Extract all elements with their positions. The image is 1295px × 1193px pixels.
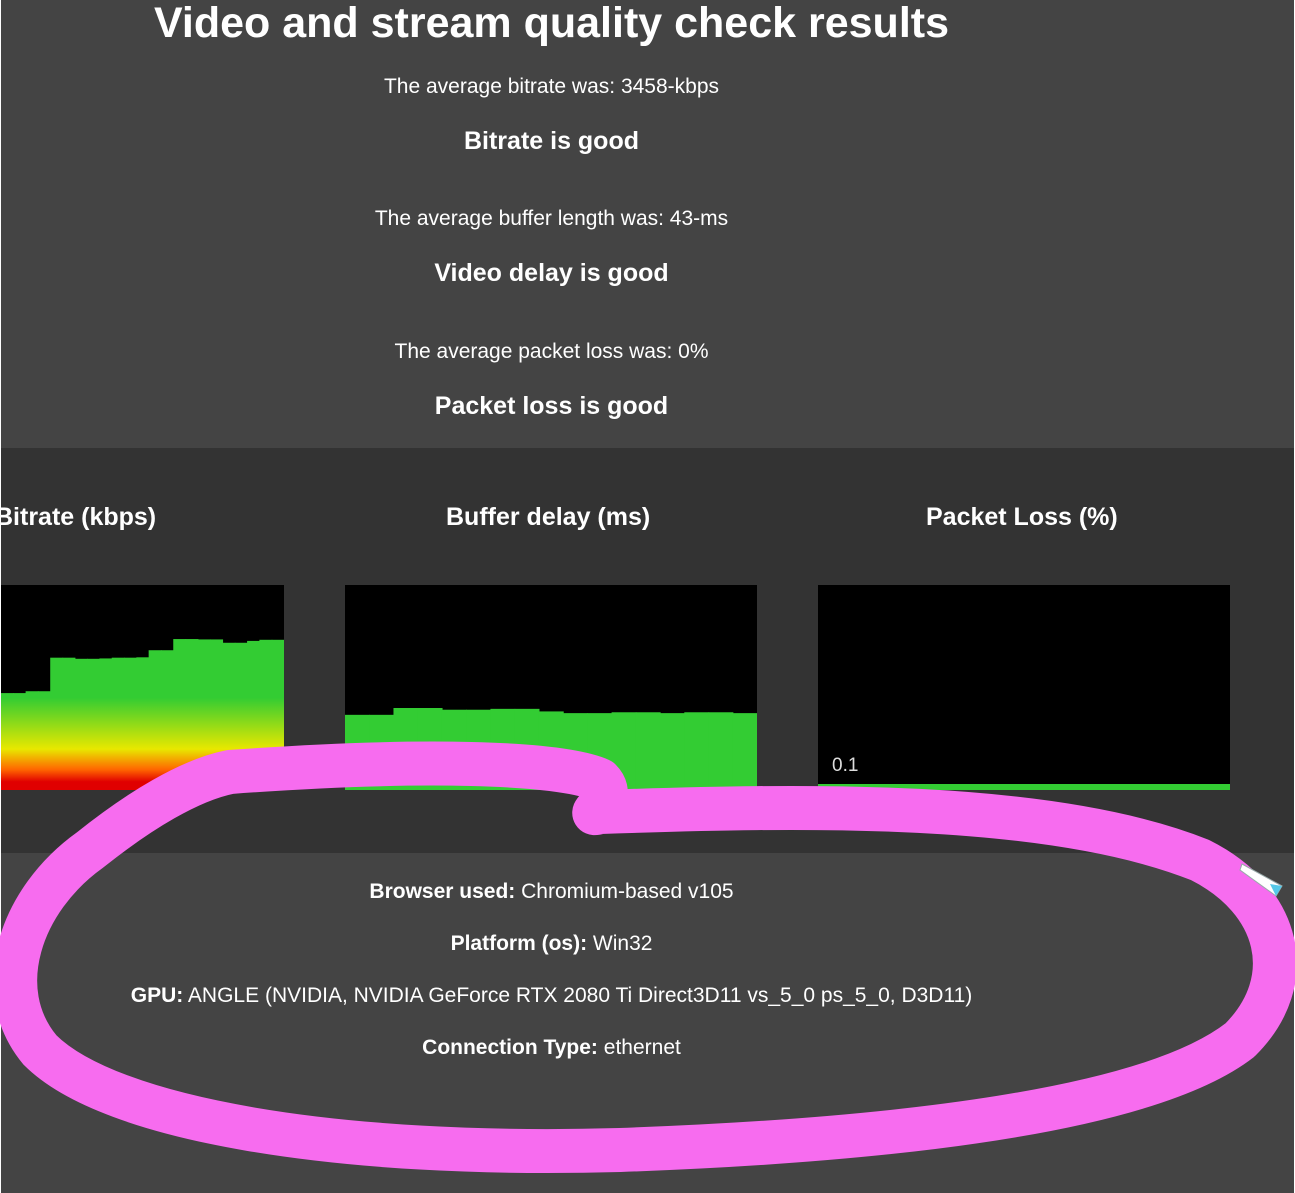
connection-value: ethernet: [603, 1036, 681, 1059]
charts-panel: Bitrate (kbps) Buffer delay (ms) Packet …: [0, 448, 1294, 853]
browser-value: Chromium-based v105: [521, 880, 734, 903]
bitrate-verdict: Bitrate is good: [463, 127, 639, 155]
chart-bar-segment: [87, 658, 101, 790]
chart-bar-segment: [732, 713, 757, 790]
chart-bar-segment: [587, 713, 613, 790]
chart-bar-segment: [271, 639, 284, 790]
bitrate-chart: [1, 585, 284, 790]
gpu-label: GPU:: [130, 984, 184, 1007]
chart-bar-segment: [635, 712, 661, 790]
chart-bar-segment: [393, 708, 419, 790]
chart-bar-segment: [148, 650, 162, 790]
buffer-chart-svg: 44: [345, 708, 757, 790]
chart-bar-segment: [50, 657, 64, 790]
packet-loss-chart: 0.1: [818, 585, 1230, 790]
system-info-panel: Browser used: Chromium-based v105 Platfo…: [1, 853, 1294, 1193]
platform-row: Platform (os): Win32: [1, 932, 1102, 956]
chart-bar-segment: [563, 713, 588, 790]
chart-bar-segment: [345, 714, 370, 790]
buffer-chart-title: Buffer delay (ms): [446, 503, 651, 531]
chart-bar-segment: [441, 709, 467, 790]
chart-bar-segment: [538, 711, 564, 790]
browser-label: Browser used:: [369, 880, 516, 903]
chart-bar-segment: [708, 712, 734, 790]
chart-bar-segment: [173, 639, 187, 790]
page: Video and stream quality check results T…: [0, 0, 1295, 1193]
packet-loss-average-text: The average packet loss was: 0%: [394, 340, 709, 363]
bitrate-chart-title: Bitrate (kbps): [0, 503, 157, 531]
chart-bar-segment: [185, 639, 199, 790]
chart-bar-segment: [234, 642, 248, 790]
chart-bar-segment: [611, 712, 637, 790]
chart-bar-segment: [62, 657, 76, 790]
buffer-average-text: The average buffer length was: 43-ms: [374, 207, 729, 230]
summary-panel: Video and stream quality check results T…: [1, 0, 1294, 448]
platform-value: Win32: [592, 932, 653, 955]
chart-bar-segment: [466, 709, 492, 790]
chart-bar-segment: [37, 691, 51, 790]
chart-bar-segment: [111, 657, 125, 790]
chart-bar-segment: [660, 713, 685, 790]
chart-bar-segment: [136, 657, 150, 790]
chart-bar-segment: [160, 650, 174, 790]
connection-label: Connection Type:: [422, 1036, 598, 1059]
chart-bar-segment: [124, 657, 137, 790]
chart-bar-segment: [1, 693, 14, 790]
chart-bar-segment: [247, 640, 260, 790]
chart-bar-segment: [13, 693, 27, 790]
connection-row: Connection Type: ethernet: [1, 1036, 1102, 1060]
pen-cursor-icon: [1238, 862, 1286, 907]
chart-tick-label: 0.1: [832, 755, 858, 776]
packet-loss-chart-title: Packet Loss (%): [926, 503, 1118, 531]
gpu-value: ANGLE (NVIDIA, NVIDIA GeForce RTX 2080 T…: [187, 984, 973, 1007]
page-title: Video and stream quality check results: [153, 0, 950, 47]
chart-bar-segment: [490, 708, 516, 790]
chart-bar-segment: [369, 714, 395, 790]
chart-bar-segment: [684, 712, 710, 790]
browser-row: Browser used: Chromium-based v105: [1, 880, 1102, 904]
buffer-chart: 44: [345, 585, 757, 790]
chart-bar-segment: [222, 642, 236, 790]
bitrate-average-text: The average bitrate was: 3458-kbps: [383, 75, 720, 98]
chart-bar-segment: [210, 639, 224, 790]
chart-tick-label: 44: [359, 755, 381, 776]
chart-baseline-series: [818, 784, 1230, 790]
chart-bar-segment: [99, 658, 113, 790]
bitrate-chart-svg: [1, 639, 284, 790]
gpu-row: GPU: ANGLE (NVIDIA, NVIDIA GeForce RTX 2…: [1, 984, 1102, 1008]
chart-bar-segment: [25, 691, 39, 790]
platform-label: Platform (os):: [450, 932, 588, 955]
chart-bar-segment: [514, 708, 540, 790]
packet-loss-verdict: Packet loss is good: [434, 392, 669, 420]
chart-bar-segment: [74, 658, 88, 790]
chart-bar-segment: [417, 708, 443, 790]
chart-bar-segment: [259, 639, 273, 790]
chart-bar-segment: [197, 639, 211, 790]
buffer-verdict: Video delay is good: [434, 259, 669, 287]
packet-loss-chart-svg: 0.1: [818, 755, 1230, 790]
